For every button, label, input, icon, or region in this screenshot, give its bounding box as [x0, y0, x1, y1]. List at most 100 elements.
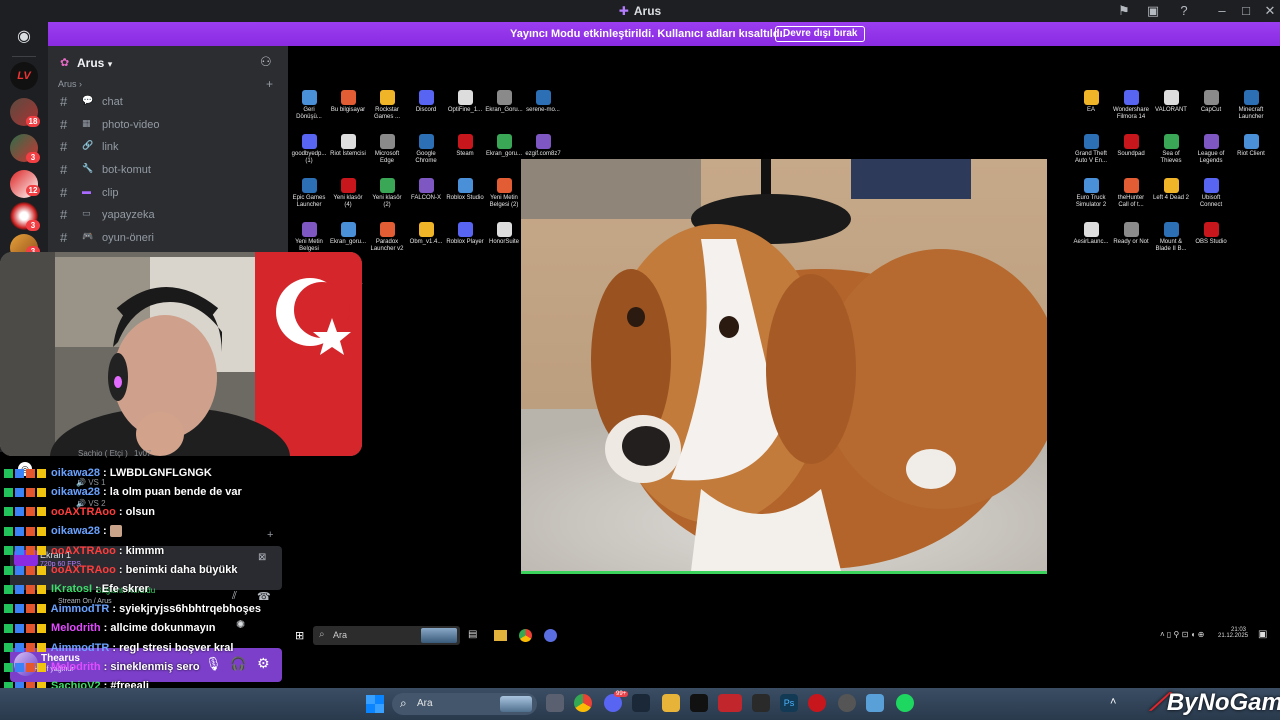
desktop-icon[interactable]: HonorSuite — [485, 222, 523, 246]
desktop-icon[interactable]: Sea of Thieves — [1152, 134, 1190, 165]
help-icon[interactable]: ? — [1176, 3, 1192, 19]
desktop-icon[interactable]: goodbyedp... (1) — [290, 134, 328, 165]
desktop-icon[interactable]: Riot İstemcisi — [329, 134, 367, 158]
steam-icon[interactable] — [632, 694, 650, 712]
desktop-icon[interactable]: Euro Truck Simulator 2 — [1072, 178, 1110, 209]
desktop-icon[interactable]: serene-mo... — [524, 90, 562, 114]
capcut-icon[interactable] — [690, 694, 708, 712]
chat-username[interactable]: IKratosI — [48, 583, 92, 595]
file-explorer-icon[interactable] — [494, 630, 507, 641]
channel-category[interactable]: Arus › — [58, 79, 82, 89]
desktop-icon[interactable]: CapCut — [1192, 90, 1230, 114]
desktop-icon[interactable]: Soundpad — [1112, 134, 1150, 158]
add-channel-icon[interactable]: + — [266, 77, 273, 91]
desktop-icon[interactable]: Wondershare Filmora 14 — [1112, 90, 1150, 121]
desktop-icon[interactable]: Yeni klasör (4) — [329, 178, 367, 209]
windows-start-icon[interactable]: ⊞ — [295, 629, 304, 642]
epic-games-icon[interactable] — [752, 694, 770, 712]
desktop-icon[interactable]: Riot Client — [1232, 134, 1270, 158]
desktop-icon[interactable]: theHunter Call of t... — [1112, 178, 1150, 209]
desktop-icon[interactable]: Microsoft Edge — [368, 134, 406, 165]
desktop-icon[interactable]: ezgif.com8z7 — [524, 134, 562, 158]
desktop-icon[interactable]: OBS Studio — [1192, 222, 1230, 246]
chat-username[interactable]: oikawa28 — [48, 467, 100, 479]
valorant-tracker-icon[interactable] — [718, 694, 742, 712]
chat-username[interactable]: AimmodTR — [48, 603, 110, 615]
channel-item[interactable]: # ▭ yapayzeka — [58, 205, 278, 225]
desktop-icon[interactable]: Yeni klasör (2) — [368, 178, 406, 209]
desktop-icon-label: Wondershare Filmora 14 — [1113, 107, 1149, 120]
invite-people-icon[interactable]: ⚇ — [260, 54, 272, 70]
tray-chevron-icon[interactable]: ˄ — [1110, 696, 1116, 708]
chat-username[interactable]: ooAXTRAoo — [48, 545, 116, 557]
desktop-icon[interactable]: Yeni Metin Belgesi — [290, 222, 328, 253]
desktop-icon[interactable]: Minecraft Launcher — [1232, 90, 1270, 121]
desktop-icon[interactable]: Mount & Blade II B... — [1152, 222, 1190, 253]
desktop-icon[interactable]: Google Chrome — [407, 134, 445, 165]
chat-username[interactable]: AimmodTR — [48, 642, 110, 654]
photoshop-icon[interactable]: Ps — [780, 694, 798, 712]
desktop-icon[interactable]: Roblox Studio — [446, 178, 484, 202]
shared-search-box[interactable]: ⌕ Ara — [313, 626, 460, 645]
desktop-icon[interactable]: Roblox Player — [446, 222, 484, 246]
desktop-icon[interactable]: Obm_v1.4... — [407, 222, 445, 246]
chat-username[interactable]: ooAXTRAoo — [48, 506, 116, 518]
task-view-icon[interactable] — [546, 694, 564, 712]
riot-icon[interactable] — [808, 694, 826, 712]
task-view-icon[interactable]: ▤ — [468, 629, 477, 640]
desktop-icon[interactable]: Yeni Metin Belgesi (2) — [485, 178, 523, 209]
chrome-icon[interactable] — [574, 694, 592, 712]
desktop-icon[interactable]: Bu bilgisayar — [329, 90, 367, 114]
desktop-icon[interactable]: Rockstar Games ... — [368, 90, 406, 121]
shared-clock[interactable]: 21:03 21.12.2025 — [1218, 627, 1248, 639]
photos-icon[interactable] — [866, 694, 884, 712]
obs-icon[interactable] — [838, 694, 856, 712]
maximize-icon[interactable]: □ — [1238, 3, 1254, 19]
desktop-icon[interactable]: Ekran_Goru... — [485, 90, 523, 114]
inbox-flag-icon[interactable]: ⚑ — [1116, 3, 1132, 19]
tray-icons[interactable]: ˄ ▯ ⚲ ⊡ ◖ ⊕ — [1160, 630, 1204, 639]
chrome-profile-icon[interactable] — [544, 629, 557, 642]
desktop-icon[interactable]: Paradox Launcher v2 — [368, 222, 406, 253]
desktop-icon[interactable]: FALCON-X — [407, 178, 445, 202]
desktop-icon[interactable]: OptiFine_1... — [446, 90, 484, 114]
desktop-icon[interactable]: Geri Dönüşü... — [290, 90, 328, 121]
desktop-icon[interactable]: Ekran_goru... — [329, 222, 367, 246]
desktop-icon[interactable]: Ubisoft Connect — [1192, 178, 1230, 209]
chat-username[interactable]: oikawa28 — [48, 525, 100, 537]
spotify-icon[interactable] — [896, 694, 914, 712]
desktop-icon[interactable]: Epic Games Launcher — [290, 178, 328, 209]
windows-start-icon[interactable] — [366, 695, 384, 713]
desktop-icon[interactable]: Ekran_goru... — [485, 134, 523, 158]
channel-item[interactable]: # ▬ clip — [58, 183, 278, 203]
channel-item[interactable]: # 🔧 bot-komut — [58, 160, 278, 180]
desktop-icon[interactable]: League of Legends — [1192, 134, 1230, 165]
server-name-dropdown[interactable]: Arus ▾ — [77, 56, 112, 70]
server-lv[interactable]: LV — [10, 62, 38, 90]
desktop-icon[interactable]: VALORANT — [1152, 90, 1190, 114]
close-window-icon[interactable]: ✕ — [1262, 3, 1278, 19]
desktop-icon[interactable]: Discord — [407, 90, 445, 114]
desktop-icon[interactable]: Steam — [446, 134, 484, 158]
minimize-icon[interactable]: – — [1214, 3, 1230, 19]
file-explorer-icon[interactable] — [662, 694, 680, 712]
channel-item[interactable]: # 🎮 oyun-öneri — [58, 228, 278, 248]
notification-icon[interactable]: ▣ — [1258, 629, 1267, 640]
channel-item[interactable]: # ▦ photo-video — [58, 115, 278, 135]
desktop-icon[interactable]: Ready or Not — [1112, 222, 1150, 246]
chat-username[interactable]: oikawa28 — [48, 486, 100, 498]
chat-username[interactable]: Melodrith — [48, 661, 101, 673]
channel-item[interactable]: # 🔗 link — [58, 137, 278, 157]
chat-username[interactable]: ooAXTRAoo — [48, 564, 116, 576]
desktop-icon[interactable]: EA — [1072, 90, 1110, 114]
chrome-icon[interactable] — [519, 629, 532, 642]
desktop-icon[interactable]: Left 4 Dead 2 — [1152, 178, 1190, 202]
desktop-icon[interactable]: Grand Theft Auto V En... — [1072, 134, 1110, 165]
desktop-icon[interactable]: AesirLaunc... — [1072, 222, 1110, 246]
discord-home-icon[interactable]: ◉ — [10, 26, 38, 48]
chat-username[interactable]: Melodrith — [48, 622, 101, 634]
inbox-icon[interactable]: ▣ — [1145, 3, 1161, 19]
taskbar-search[interactable]: ⌕ Ara — [392, 693, 537, 715]
channel-item[interactable]: # 💬 chat — [58, 92, 278, 112]
disable-streamer-mode-button[interactable]: Devre dışı bırak — [775, 26, 866, 42]
